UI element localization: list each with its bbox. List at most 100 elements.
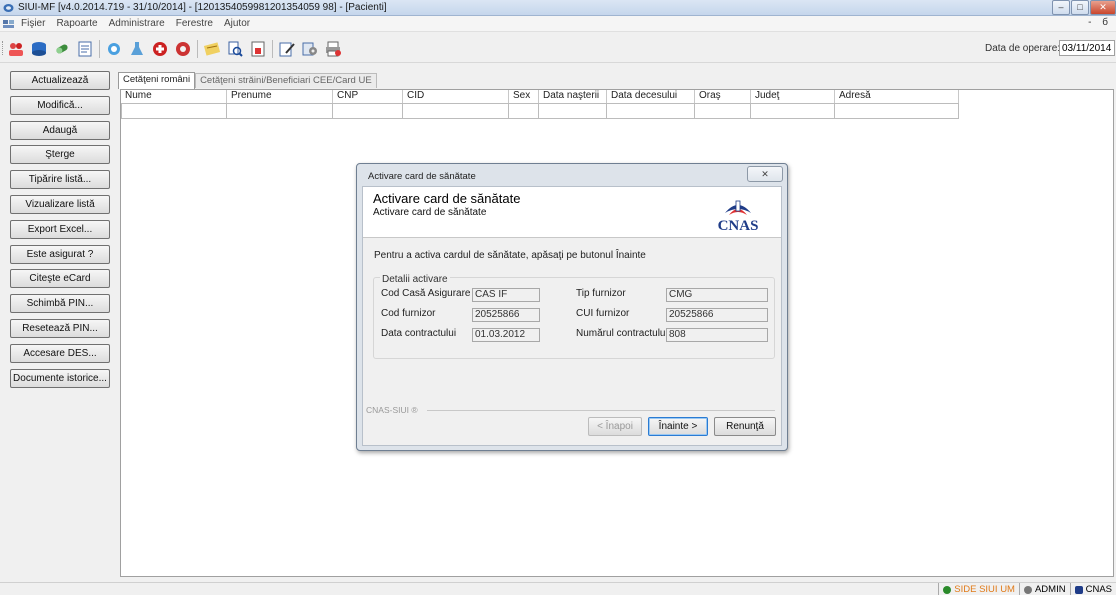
delete-button[interactable]: Şterge [10,145,110,165]
toolbar-grip[interactable] [2,41,5,55]
edit-document-icon[interactable] [278,41,296,57]
numar-contract-label: Numărul contractului [576,328,668,339]
tooth-icon[interactable] [105,41,123,57]
cod-casa-label: Cod Casă Asigurare [381,288,471,299]
grid-filter-row [121,103,959,119]
patients-icon[interactable] [7,41,25,57]
status-org: CNAS [1069,583,1116,595]
notes-icon[interactable] [203,41,221,57]
column-header-nume[interactable]: Nume [121,90,227,103]
database-icon[interactable] [30,41,48,57]
tab-romanian-citizens[interactable]: Cetăţeni români [118,72,196,89]
filter-cell-prenume[interactable] [227,103,333,119]
dialog-close-button[interactable]: ✕ [747,166,783,182]
cui-furnizor-field: 20525866 [666,308,768,322]
flask-icon[interactable] [128,41,146,57]
toolbar: Data de operare: 03/11/2014 [0,33,1116,63]
status-server: SIDE SIUI UM [938,583,1019,595]
operation-date-field[interactable]: 03/11/2014 [1059,40,1115,56]
column-header-city[interactable]: Oraş [695,90,751,103]
status-bar: SIDE SIUI UM ADMIN CNAS [0,582,1116,595]
form-icon[interactable] [76,41,94,57]
column-header-sex[interactable]: Sex [509,90,539,103]
tab-foreign-citizens[interactable]: Cetăţeni străini/Beneficiari CEE/Card UE [195,73,377,88]
cod-casa-field: CAS IF [472,288,540,302]
column-header-county[interactable]: Judeţ [751,90,835,103]
column-header-death-date[interactable]: Data decesului [607,90,695,103]
cnas-logo-text: CNAS [718,218,759,234]
access-des-button[interactable]: Accesare DES... [10,343,110,363]
dialog-header-subtitle: Activare card de sănătate [373,207,487,218]
operation-date-label: Data de operare: [985,43,1061,54]
search-document-icon[interactable] [226,41,244,57]
add-button[interactable]: Adaugă [10,120,110,140]
tip-furnizor-field: CMG [666,288,768,302]
status-server-text: SIDE SIUI UM [954,584,1015,595]
column-header-prenume[interactable]: Prenume [227,90,333,103]
cui-furnizor-label: CUI furnizor [576,308,630,319]
minimize-button[interactable]: – [1052,0,1070,15]
check-insured-button[interactable]: Este asigurat ? [10,244,110,264]
dialog-titlebar[interactable]: Activare card de sănătate ✕ [357,164,787,186]
menu-ferestre[interactable]: Ferestre [176,18,213,29]
column-header-cid[interactable]: CID [403,90,509,103]
back-button[interactable]: < Înapoi [588,417,642,436]
next-button[interactable]: Înainte > [648,417,708,436]
red-cross-icon[interactable] [151,41,169,57]
filter-cell-cid[interactable] [403,103,509,119]
filter-cell-city[interactable] [695,103,751,119]
filter-cell-cnp[interactable] [333,103,403,119]
window-controls: – □ ✕ [1051,0,1116,16]
dialog-header-title: Activare card de sănătate [373,191,521,206]
window-titlebar: SIUI-MF [v4.0.2014.719 - 31/10/2014] - [… [0,0,1116,16]
print-list-button[interactable]: Tipărire listă... [10,170,110,190]
dialog-footer-label: CNAS-SIUI ® [366,405,418,415]
numar-contract-field: 808 [666,328,768,342]
patients-tabs: Cetăţeni români Cetăţeni străini/Benefic… [118,72,377,89]
menu-rapoarte[interactable]: Rapoarte [56,18,97,29]
server-status-icon [943,585,952,594]
dialog-header: Activare card de sănătate Activare card … [363,187,781,238]
view-list-button[interactable]: Vizualizare listă [10,194,110,214]
column-header-cnp[interactable]: CNP [333,90,403,103]
data-contract-label: Data contractului [381,328,457,339]
filter-cell-birth-date[interactable] [539,103,607,119]
status-org-text: CNAS [1085,584,1112,595]
report-icon[interactable] [249,41,267,57]
export-excel-button[interactable]: Export Excel... [10,219,110,239]
cancel-button[interactable]: Renunţă [714,417,776,436]
modify-button[interactable]: Modifică... [10,95,110,115]
historical-documents-button[interactable]: Documente istorice... [10,368,110,388]
cod-furnizor-field: 20525866 [472,308,540,322]
cod-furnizor-label: Cod furnizor [381,308,436,319]
filter-cell-nume[interactable] [121,103,227,119]
filter-cell-county[interactable] [751,103,835,119]
medicines-icon[interactable] [53,41,71,57]
menu-ajutor[interactable]: Ajutor [224,18,250,29]
read-ecard-button[interactable]: Citeşte eCard [10,269,110,289]
filter-cell-address[interactable] [835,103,959,119]
activation-details-group: Detalii activare Cod Casă Asigurare CAS … [373,274,775,359]
activate-card-dialog: Activare card de sănătate ✕ Activare car… [356,163,788,451]
close-button[interactable]: ✕ [1090,0,1116,15]
column-header-address[interactable]: Adresă [835,90,959,103]
dialog-instruction: Pentru a activa cardul de sănătate, apăs… [374,250,646,261]
menu-fisier[interactable]: Fişier [21,18,45,29]
dialog-body: Activare card de sănătate Activare card … [362,186,782,446]
column-header-birth-date[interactable]: Data naşterii [539,90,607,103]
print-icon[interactable] [324,41,342,57]
menu-administrare[interactable]: Administrare [109,18,165,29]
heart-icon[interactable] [174,41,192,57]
window-title: SIUI-MF [v4.0.2014.719 - 31/10/2014] - [… [18,2,387,13]
refresh-button[interactable]: Actualizează [10,71,110,90]
app-icon [3,4,14,12]
menu-bar: Fişier Rapoarte Administrare Ferestre Aj… [0,16,1116,32]
change-pin-button[interactable]: Schimbă PIN... [10,294,110,314]
filter-cell-sex[interactable] [509,103,539,119]
reset-pin-button[interactable]: Resetează PIN... [10,318,110,338]
maximize-button[interactable]: □ [1071,0,1089,15]
mdi-restore-controls[interactable]: - б [1088,17,1112,28]
mdi-child-icon[interactable] [3,19,14,29]
settings-icon[interactable] [301,41,319,57]
filter-cell-death-date[interactable] [607,103,695,119]
